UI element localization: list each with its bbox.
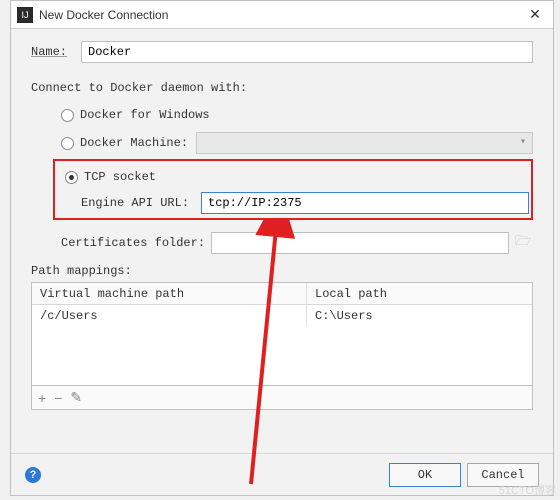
table-toolbar: + − ✎ [31, 386, 533, 410]
engine-url-label: Engine API URL: [81, 196, 201, 210]
engine-url-row: Engine API URL: [81, 192, 529, 214]
engine-url-input[interactable] [201, 192, 529, 214]
radio-label: TCP socket [84, 170, 156, 184]
tcp-socket-highlight: TCP socket Engine API URL: [53, 159, 533, 220]
table-row[interactable]: /c/Users C:\Users [32, 305, 532, 327]
col-vm-path: Virtual machine path [32, 283, 307, 304]
path-mappings-table[interactable]: Virtual machine path Local path /c/Users… [31, 282, 533, 386]
name-row: Name: [31, 41, 533, 63]
col-local-path: Local path [307, 283, 532, 304]
radio-docker-windows[interactable]: Docker for Windows [61, 104, 533, 126]
remove-icon[interactable]: − [54, 390, 62, 406]
watermark: 51CTO博客 [499, 482, 556, 498]
radio-label: Docker for Windows [80, 108, 210, 122]
certificates-input[interactable] [211, 232, 509, 254]
name-label: Name: [31, 45, 81, 59]
radio-tcp-socket[interactable]: TCP socket [65, 166, 529, 188]
add-icon[interactable]: + [38, 390, 46, 406]
radio-icon [61, 109, 74, 122]
path-mappings-label: Path mappings: [31, 264, 533, 278]
cell-vm-path: /c/Users [32, 305, 307, 327]
close-icon[interactable]: ✕ [523, 5, 547, 25]
dialog-footer: ? OK Cancel [11, 453, 553, 495]
cell-local-path: C:\Users [307, 305, 532, 327]
dialog-content: Name: Connect to Docker daemon with: Doc… [11, 29, 553, 453]
docker-machine-select[interactable] [196, 132, 533, 154]
app-icon: IJ [17, 7, 33, 23]
folder-icon[interactable]: 🗁 [513, 233, 533, 253]
connect-label: Connect to Docker daemon with: [31, 81, 533, 95]
titlebar: IJ New Docker Connection ✕ [11, 1, 553, 29]
dialog-window: IJ New Docker Connection ✕ Name: Connect… [10, 0, 554, 496]
radio-icon [61, 137, 74, 150]
ok-button[interactable]: OK [389, 463, 461, 487]
radio-label: Docker Machine: [80, 136, 188, 150]
table-header: Virtual machine path Local path [32, 283, 532, 305]
edit-icon[interactable]: ✎ [70, 389, 82, 406]
help-icon[interactable]: ? [25, 467, 41, 483]
dialog-title: New Docker Connection [39, 8, 523, 22]
certificates-label: Certificates folder: [61, 236, 211, 250]
certificates-row: Certificates folder: 🗁 [61, 232, 533, 254]
name-input[interactable] [81, 41, 533, 63]
radio-icon [65, 171, 78, 184]
radio-docker-machine[interactable]: Docker Machine: [61, 132, 533, 154]
